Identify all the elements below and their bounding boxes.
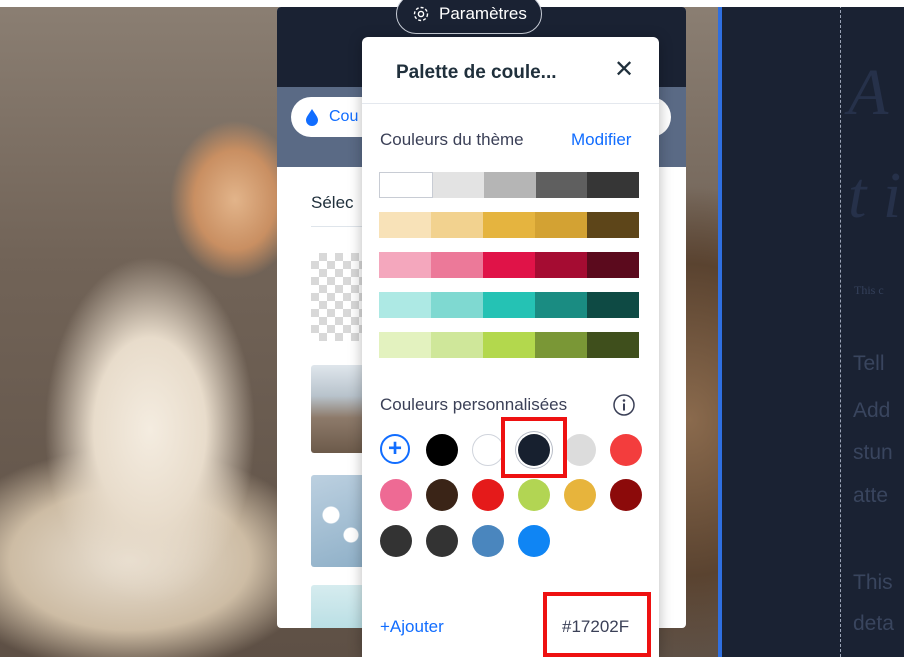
- background-option-transparent[interactable]: [311, 253, 366, 341]
- custom-color-swatch[interactable]: [472, 434, 504, 466]
- theme-color-swatch[interactable]: [379, 212, 431, 238]
- theme-color-swatch[interactable]: [587, 212, 639, 238]
- theme-color-swatch[interactable]: [483, 252, 535, 278]
- theme-color-row: [379, 172, 639, 198]
- canvas-heading-line-2: t i: [848, 159, 902, 232]
- theme-color-swatch[interactable]: [379, 332, 431, 358]
- gridline-dashed: [840, 0, 841, 657]
- custom-color-swatch[interactable]: [472, 479, 504, 511]
- theme-color-swatch[interactable]: [587, 292, 639, 318]
- background-option-mountain[interactable]: [311, 365, 366, 453]
- modify-theme-button[interactable]: Modifier: [571, 130, 631, 150]
- close-icon[interactable]: ✕: [613, 58, 635, 82]
- theme-color-swatch[interactable]: [587, 172, 639, 198]
- custom-color-swatch[interactable]: [564, 434, 596, 466]
- canvas-body-line-1: Tell: [853, 352, 885, 375]
- info-icon[interactable]: [612, 393, 636, 417]
- theme-color-swatch[interactable]: [587, 332, 639, 358]
- theme-colors-label: Couleurs du thème: [380, 130, 524, 149]
- custom-color-swatch[interactable]: [426, 525, 458, 557]
- canvas-body-line-3: stun: [853, 441, 893, 464]
- plus-icon: +: [387, 435, 402, 462]
- theme-color-swatch[interactable]: [587, 252, 639, 278]
- custom-color-swatch[interactable]: [610, 479, 642, 511]
- custom-color-swatch[interactable]: [518, 525, 550, 557]
- theme-color-row: [379, 252, 639, 278]
- custom-color-swatch[interactable]: [380, 525, 412, 557]
- theme-color-swatch[interactable]: [535, 252, 587, 278]
- background-option-sky[interactable]: [311, 585, 366, 628]
- settings-button[interactable]: Paramètres: [396, 0, 542, 34]
- background-option-blue[interactable]: [311, 475, 366, 567]
- theme-color-row: [379, 212, 639, 238]
- settings-label: Paramètres: [439, 4, 527, 23]
- theme-color-swatch[interactable]: [379, 172, 433, 198]
- theme-color-swatch[interactable]: [431, 252, 483, 278]
- theme-color-swatch[interactable]: [483, 332, 535, 358]
- theme-color-swatch[interactable]: [379, 252, 431, 278]
- canvas-body-line-2: Add: [853, 399, 891, 422]
- custom-color-swatch[interactable]: [564, 479, 596, 511]
- tab-color-label: Cou: [329, 108, 359, 125]
- theme-color-swatch[interactable]: [431, 292, 483, 318]
- custom-color-swatch[interactable]: [426, 434, 458, 466]
- canvas-body-line-4: atte: [853, 484, 889, 507]
- theme-color-swatch[interactable]: [483, 292, 535, 318]
- custom-color-swatch[interactable]: [380, 479, 412, 511]
- popup-divider: [362, 103, 659, 104]
- custom-color-swatch[interactable]: [518, 479, 550, 511]
- annotation-box-selected-color: [501, 417, 567, 478]
- theme-color-swatch[interactable]: [431, 332, 483, 358]
- theme-color-swatch[interactable]: [432, 172, 485, 198]
- gear-icon: [413, 6, 429, 22]
- custom-color-swatch[interactable]: [610, 434, 642, 466]
- drop-icon: [306, 109, 318, 126]
- theme-color-swatch[interactable]: [483, 212, 535, 238]
- popup-title: Palette de coule...: [396, 62, 557, 83]
- custom-colors-label: Couleurs personnalisées: [380, 395, 568, 414]
- canvas-heading-line-1: A: [848, 56, 889, 129]
- custom-color-swatch[interactable]: [426, 479, 458, 511]
- select-label: Sélec: [311, 193, 354, 212]
- color-palette-popup: Palette de coule... ✕ Couleurs du thème …: [362, 37, 659, 657]
- theme-color-row: [379, 292, 639, 318]
- annotation-box-hex-value: [543, 592, 651, 657]
- theme-color-swatch[interactable]: [379, 292, 431, 318]
- theme-color-swatch[interactable]: [535, 172, 588, 198]
- theme-color-swatch[interactable]: [535, 332, 587, 358]
- canvas-body-line-6: deta: [853, 612, 894, 635]
- canvas-body-line-5: This: [853, 571, 893, 594]
- theme-color-swatch[interactable]: [535, 292, 587, 318]
- custom-color-swatch[interactable]: [472, 525, 504, 557]
- theme-color-row: [379, 332, 639, 358]
- theme-color-swatch[interactable]: [484, 172, 536, 198]
- add-color-button[interactable]: +: [380, 434, 410, 464]
- theme-color-swatch[interactable]: [431, 212, 483, 238]
- theme-color-swatch[interactable]: [535, 212, 587, 238]
- canvas-caption: This c: [854, 283, 884, 297]
- add-color-link[interactable]: +Ajouter: [380, 617, 444, 637]
